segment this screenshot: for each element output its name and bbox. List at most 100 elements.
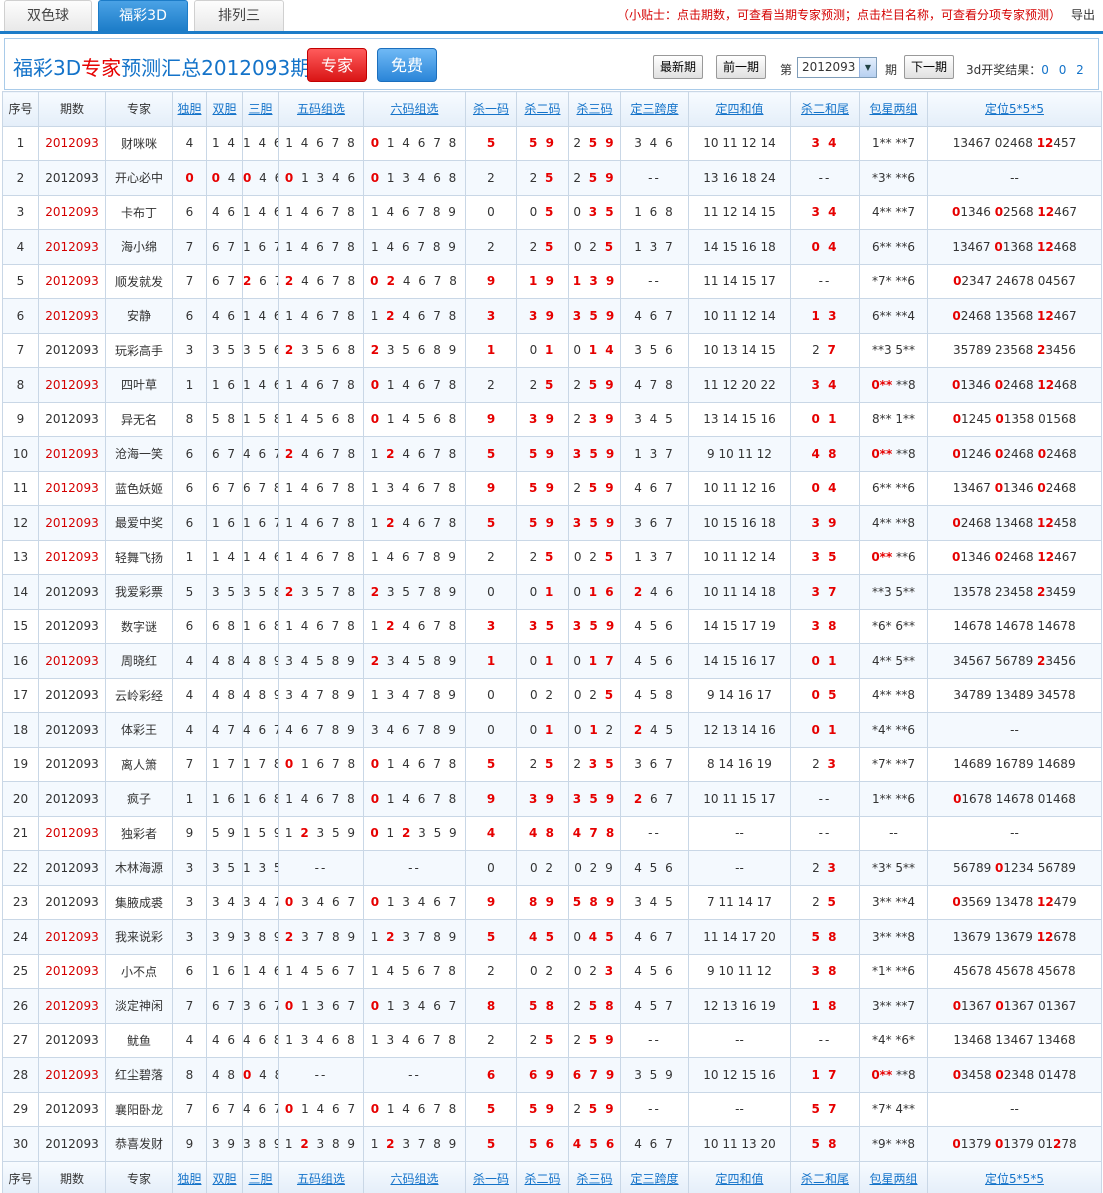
cell-issue[interactable]: 2012093	[38, 1022, 106, 1058]
cell-kd: 4 6 7	[620, 470, 689, 506]
table-row: 182012093体彩王44 74 6 74 6 7 8 93 4 6 7 8 …	[2, 712, 1102, 748]
cell-issue[interactable]: 2012093	[38, 919, 106, 955]
cell-issue[interactable]: 2012093	[38, 539, 106, 575]
highlight-digit: 0	[370, 170, 382, 185]
cell-no: 10	[2, 436, 39, 472]
cell-k2: 0 1	[516, 712, 569, 748]
cell-d3: 4 6 7	[242, 436, 279, 472]
cell-issue[interactable]: 2012093	[38, 125, 106, 161]
cell-issue[interactable]: 2012093	[38, 712, 106, 748]
cell-d2: 4 8	[206, 643, 243, 679]
tab-pl3[interactable]: 排列三	[194, 0, 284, 31]
highlight-digit: 5	[545, 205, 556, 220]
cell-issue[interactable]: 2012093	[38, 781, 106, 817]
cell-hz: 12 13 16 19	[688, 988, 791, 1024]
footer-col-8[interactable]: 杀一码	[465, 1160, 517, 1193]
cell-issue[interactable]: 2012093	[38, 850, 106, 886]
header-col-14[interactable]: 包星两组	[859, 91, 928, 127]
tab-fc3d[interactable]: 福彩3D	[98, 0, 188, 31]
footer-col-5[interactable]: 三胆	[242, 1160, 279, 1193]
cell-bx: *4* **6	[859, 712, 928, 748]
header-col-3[interactable]: 独胆	[172, 91, 207, 127]
cell-issue[interactable]: 2012093	[38, 263, 106, 299]
cell-no: 19	[2, 746, 39, 782]
cell-issue[interactable]: 2012093	[38, 574, 106, 610]
highlight-digit: 5	[545, 377, 556, 392]
latest-issue-button[interactable]: 最新期	[653, 55, 704, 79]
cell-k3: 2 5 9	[568, 125, 621, 161]
cell-issue[interactable]: 2012093	[38, 436, 106, 472]
cell-issue[interactable]: 2012093	[38, 953, 106, 989]
cell-k2: 2 5	[516, 229, 569, 265]
highlight-digit: 2	[284, 274, 296, 289]
cell-hw: --	[790, 781, 860, 817]
header-col-15[interactable]: 定位5*5*5	[927, 91, 1102, 127]
highlight-digit: 7	[827, 343, 838, 358]
cell-k3: 2 3 9	[568, 401, 621, 437]
cell-issue[interactable]: 2012093	[38, 298, 106, 334]
footer-col-14[interactable]: 包星两组	[859, 1160, 928, 1193]
cell-dw: 13467 02468 12457	[927, 125, 1102, 161]
header-col-11[interactable]: 定三跨度	[620, 91, 689, 127]
cell-issue[interactable]: 2012093	[38, 677, 106, 713]
footer-col-6[interactable]: 五码组选	[278, 1160, 364, 1193]
footer-col-7[interactable]: 六码组选	[363, 1160, 466, 1193]
cell-issue[interactable]: 2012093	[38, 160, 106, 196]
cell-issue[interactable]: 2012093	[38, 194, 106, 230]
issue-select[interactable]: 2012093 ▼	[797, 57, 877, 78]
cell-issue[interactable]: 2012093	[38, 1057, 106, 1093]
footer-col-13[interactable]: 杀二和尾	[790, 1160, 860, 1193]
cell-k1: 0	[465, 574, 517, 610]
next-issue-button[interactable]: 下一期	[904, 55, 955, 79]
cell-issue[interactable]: 2012093	[38, 988, 106, 1024]
footer-col-3[interactable]: 独胆	[172, 1160, 207, 1193]
cell-name: 海小绵	[105, 229, 173, 265]
highlight-digit: 2	[633, 791, 645, 806]
cell-issue[interactable]: 2012093	[38, 608, 106, 644]
free-button[interactable]: 免费	[377, 48, 437, 82]
prev-issue-button[interactable]: 前一期	[716, 55, 767, 79]
export-link[interactable]: 导出	[1071, 6, 1095, 23]
cell-issue[interactable]: 2012093	[38, 643, 106, 679]
cell-k1: 2	[465, 229, 517, 265]
tab-ssq[interactable]: 双色球	[4, 0, 92, 31]
cell-issue[interactable]: 2012093	[38, 332, 106, 368]
cell-issue[interactable]: 2012093	[38, 1091, 106, 1127]
cell-issue[interactable]: 2012093	[38, 505, 106, 541]
expert-button[interactable]: 专家	[307, 48, 367, 82]
cell-z6: 1 2 4 6 7 8	[363, 298, 466, 334]
header-col-6[interactable]: 五码组选	[278, 91, 364, 127]
header-col-13[interactable]: 杀二和尾	[790, 91, 860, 127]
highlight-digit: 4 5 6	[572, 1136, 617, 1151]
header-col-7[interactable]: 六码组选	[363, 91, 466, 127]
cell-z6: 1 4 5 6 7 8	[363, 953, 466, 989]
header-col-10[interactable]: 杀三码	[568, 91, 621, 127]
cell-issue[interactable]: 2012093	[38, 367, 106, 403]
footer-col-11[interactable]: 定三跨度	[620, 1160, 689, 1193]
cell-issue[interactable]: 2012093	[38, 1126, 106, 1162]
cell-dw: 13468 13467 13468	[927, 1022, 1102, 1058]
header-col-9[interactable]: 杀二码	[516, 91, 569, 127]
cell-issue[interactable]: 2012093	[38, 470, 106, 506]
footer-col-10[interactable]: 杀三码	[568, 1160, 621, 1193]
highlight-digit: 2	[386, 619, 397, 634]
cell-issue[interactable]: 2012093	[38, 746, 106, 782]
cell-name: 顺发就发	[105, 263, 173, 299]
header-col-8[interactable]: 杀一码	[465, 91, 517, 127]
cell-issue[interactable]: 2012093	[38, 815, 106, 851]
footer-col-4[interactable]: 双胆	[206, 1160, 243, 1193]
highlight-digit: 5	[545, 239, 556, 254]
highlight-digit: 0	[994, 481, 1004, 496]
header-col-5[interactable]: 三胆	[242, 91, 279, 127]
footer-col-12[interactable]: 定四和值	[688, 1160, 791, 1193]
header-col-12[interactable]: 定四和值	[688, 91, 791, 127]
header-col-4[interactable]: 双胆	[206, 91, 243, 127]
footer-col-15[interactable]: 定位5*5*5	[927, 1160, 1102, 1193]
highlight-digit: 0	[370, 757, 382, 772]
footer-col-9[interactable]: 杀二码	[516, 1160, 569, 1193]
cell-issue[interactable]: 2012093	[38, 229, 106, 265]
highlight-digit: 1	[545, 653, 556, 668]
cell-issue[interactable]: 2012093	[38, 401, 106, 437]
cell-issue[interactable]: 2012093	[38, 884, 106, 920]
cell-d3: 3 8 9	[242, 1126, 279, 1162]
